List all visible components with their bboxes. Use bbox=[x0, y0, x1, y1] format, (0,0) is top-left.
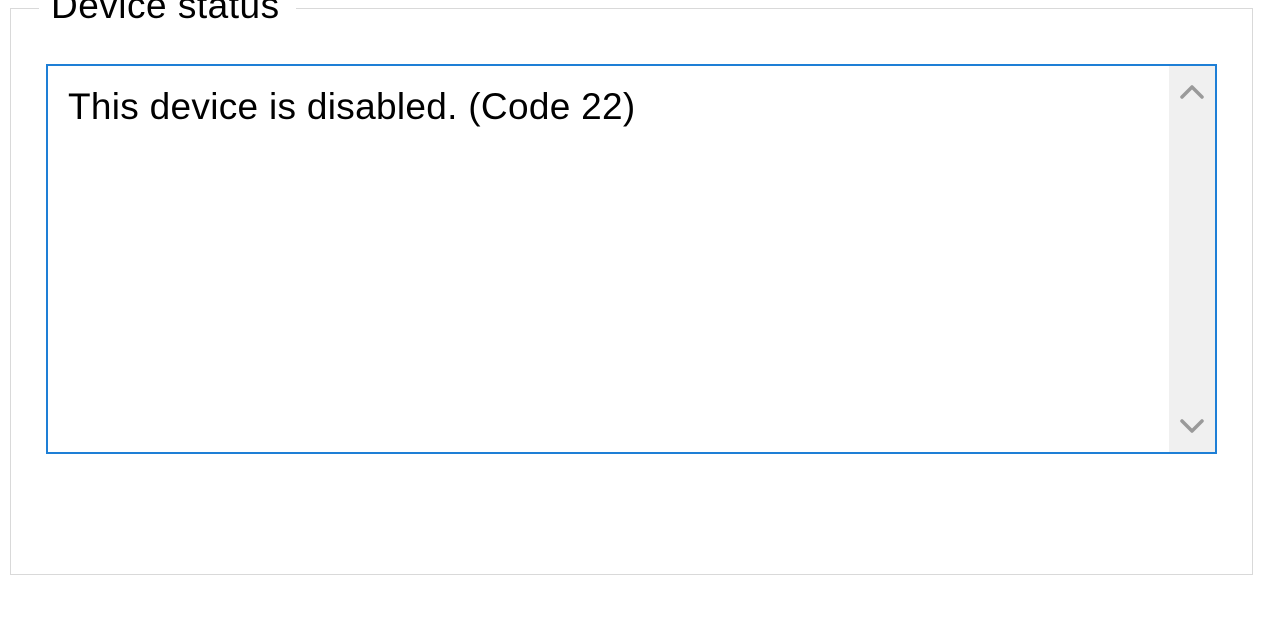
device-status-group: Device status This device is disabled. (… bbox=[10, 8, 1253, 575]
device-status-box: This device is disabled. (Code 22) bbox=[46, 64, 1217, 454]
device-status-legend: Device status bbox=[39, 0, 296, 27]
scroll-down-button[interactable] bbox=[1180, 416, 1204, 440]
scroll-up-button[interactable] bbox=[1180, 82, 1204, 106]
scrollbar-vertical[interactable] bbox=[1169, 66, 1215, 452]
chevron-down-icon bbox=[1179, 417, 1205, 440]
chevron-up-icon bbox=[1179, 83, 1205, 106]
device-status-message: This device is disabled. (Code 22) bbox=[48, 66, 1169, 452]
